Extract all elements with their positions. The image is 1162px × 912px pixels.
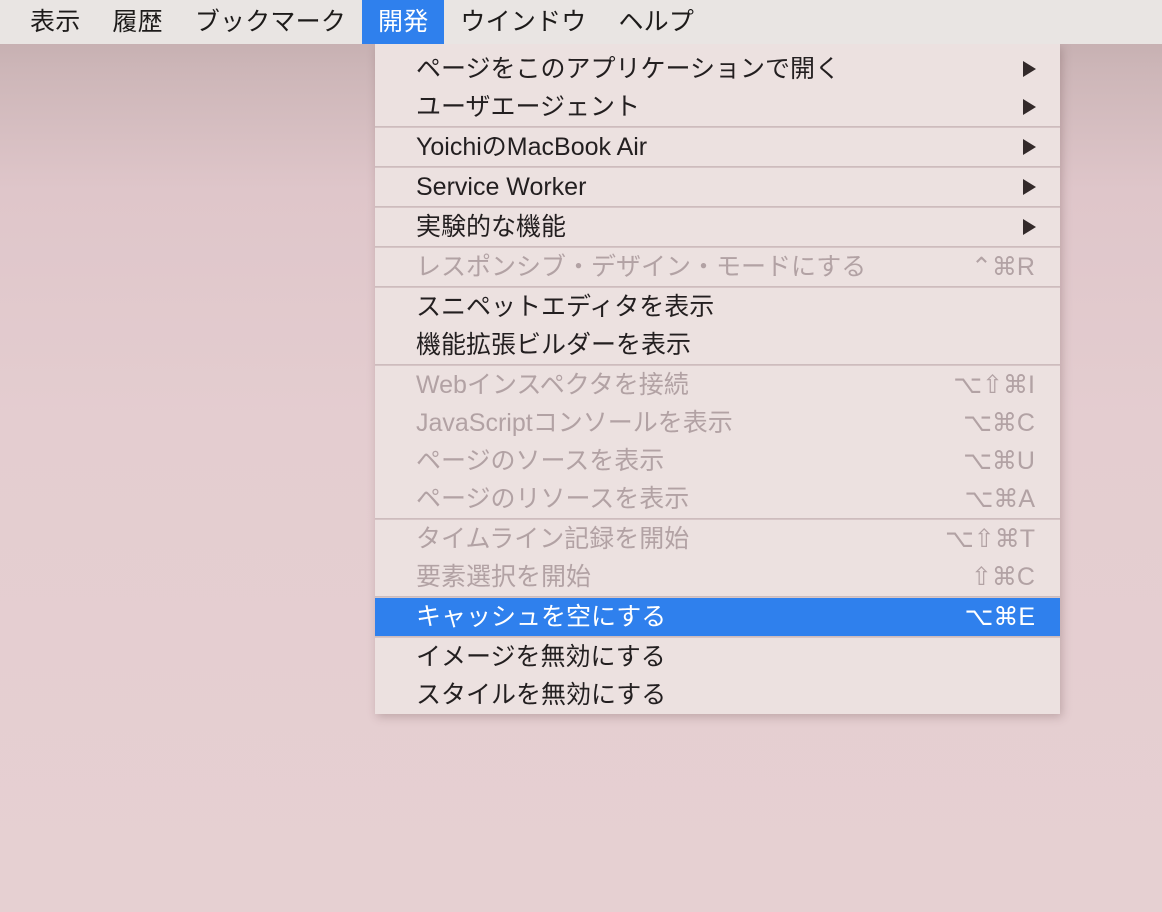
menu-item: レスポンシブ・デザイン・モードにする ⌃⌘R	[375, 248, 1060, 286]
menubar-item-4[interactable]: ウインドウ	[444, 0, 602, 44]
menu-item-label: スニペットエディタを表示	[416, 292, 715, 321]
menu-item-label: キャッシュを空にする	[416, 602, 667, 631]
menu-item[interactable]: ページをこのアプリケーションで開く	[375, 50, 1060, 88]
menu-item-label: Service Worker	[416, 172, 587, 201]
menu-item[interactable]: スニペットエディタを表示	[375, 288, 1060, 326]
menu-item[interactable]: 実験的な機能	[375, 208, 1060, 246]
menu-item-label: ページをこのアプリケーションで開く	[416, 54, 841, 83]
menu-item-label: 実験的な機能	[416, 212, 567, 241]
menubar-item-1[interactable]: 履歴	[96, 0, 178, 44]
menubar-item-5[interactable]: ヘルプ	[602, 0, 710, 44]
menu-item-shortcut: ⌥⌘E	[964, 602, 1035, 631]
menu-group: レスポンシブ・デザイン・モードにする ⌃⌘R	[375, 248, 1060, 286]
menu-item-label: JavaScriptコンソールを表示	[416, 408, 733, 437]
submenu-arrow-icon	[1023, 61, 1036, 77]
menu-group: YoichiのMacBook Air	[375, 128, 1060, 166]
develop-dropdown-menu: ページをこのアプリケーションで開く ユーザエージェント YoichiのMacBook…	[375, 44, 1060, 714]
menu-group: ページをこのアプリケーションで開く ユーザエージェント	[375, 50, 1060, 126]
menu-item-label: スタイルを無効にする	[416, 680, 667, 709]
submenu-arrow-icon	[1023, 99, 1036, 115]
menubar-item-0[interactable]: 表示	[14, 0, 96, 44]
menu-group: Service Worker	[375, 168, 1060, 206]
menu-item-shortcut: ⌃⌘R	[970, 252, 1035, 281]
menu-item[interactable]: スタイルを無効にする	[375, 676, 1060, 714]
menu-group: キャッシュを空にする ⌥⌘E	[375, 598, 1060, 636]
menu-item-label: ページのソースを表示	[416, 446, 665, 475]
menu-group: イメージを無効にする スタイルを無効にする	[375, 638, 1060, 714]
menu-group: Webインスペクタを接続 ⌥⇧⌘I JavaScriptコンソールを表示 ⌥⌘C ページ…	[375, 366, 1060, 518]
menu-item[interactable]: ユーザエージェント	[375, 88, 1060, 126]
menu-item[interactable]: イメージを無効にする	[375, 638, 1060, 676]
menu-item-label: タイムライン記録を開始	[416, 524, 690, 553]
menubar-item-3[interactable]: 開発	[362, 0, 445, 44]
menu-group: スニペットエディタを表示 機能拡張ビルダーを表示	[375, 288, 1060, 364]
menu-item: JavaScriptコンソールを表示 ⌥⌘C	[375, 404, 1060, 442]
menu-item-label: 機能拡張ビルダーを表示	[416, 330, 692, 359]
menu-item-shortcut: ⌥⇧⌘I	[953, 370, 1035, 399]
menu-item: タイムライン記録を開始 ⌥⇧⌘T	[375, 520, 1060, 558]
menu-item-shortcut: ⌥⌘A	[964, 484, 1035, 513]
menu-item-label: 要素選択を開始	[416, 562, 592, 591]
menu-item-label: レスポンシブ・デザイン・モードにする	[416, 252, 867, 281]
menu-bar: 表示 履歴 ブックマーク 開発 ウインドウ ヘルプ	[0, 0, 1162, 44]
menu-item-shortcut: ⇧⌘C	[970, 562, 1035, 591]
menu-item[interactable]: 機能拡張ビルダーを表示	[375, 326, 1060, 364]
menu-item[interactable]: キャッシュを空にする ⌥⌘E	[375, 598, 1060, 636]
menu-item-label: イメージを無効にする	[416, 642, 666, 671]
menu-item[interactable]: Service Worker	[375, 168, 1060, 206]
menu-item-label: YoichiのMacBook Air	[416, 132, 648, 161]
submenu-arrow-icon	[1023, 139, 1036, 155]
menu-item: ページのリソースを表示 ⌥⌘A	[375, 480, 1060, 518]
menu-item-label: ページのリソースを表示	[416, 484, 690, 513]
menu-item-label: ユーザエージェント	[416, 92, 641, 121]
menu-group: タイムライン記録を開始 ⌥⇧⌘T 要素選択を開始 ⇧⌘C	[375, 520, 1060, 596]
menu-item: 要素選択を開始 ⇧⌘C	[375, 558, 1060, 596]
menu-group: 実験的な機能	[375, 208, 1060, 246]
menu-item-shortcut: ⌥⌘C	[963, 408, 1035, 437]
menu-item-shortcut: ⌥⌘U	[963, 446, 1035, 475]
submenu-arrow-icon	[1023, 219, 1036, 235]
menu-item: ページのソースを表示 ⌥⌘U	[375, 442, 1060, 480]
submenu-arrow-icon	[1023, 179, 1036, 195]
menu-item: Webインスペクタを接続 ⌥⇧⌘I	[375, 366, 1060, 404]
menu-item-shortcut: ⌥⇧⌘T	[944, 524, 1035, 553]
menu-item[interactable]: YoichiのMacBook Air	[375, 128, 1060, 166]
menubar-item-2[interactable]: ブックマーク	[179, 0, 362, 44]
menu-item-label: Webインスペクタを接続	[416, 370, 689, 399]
